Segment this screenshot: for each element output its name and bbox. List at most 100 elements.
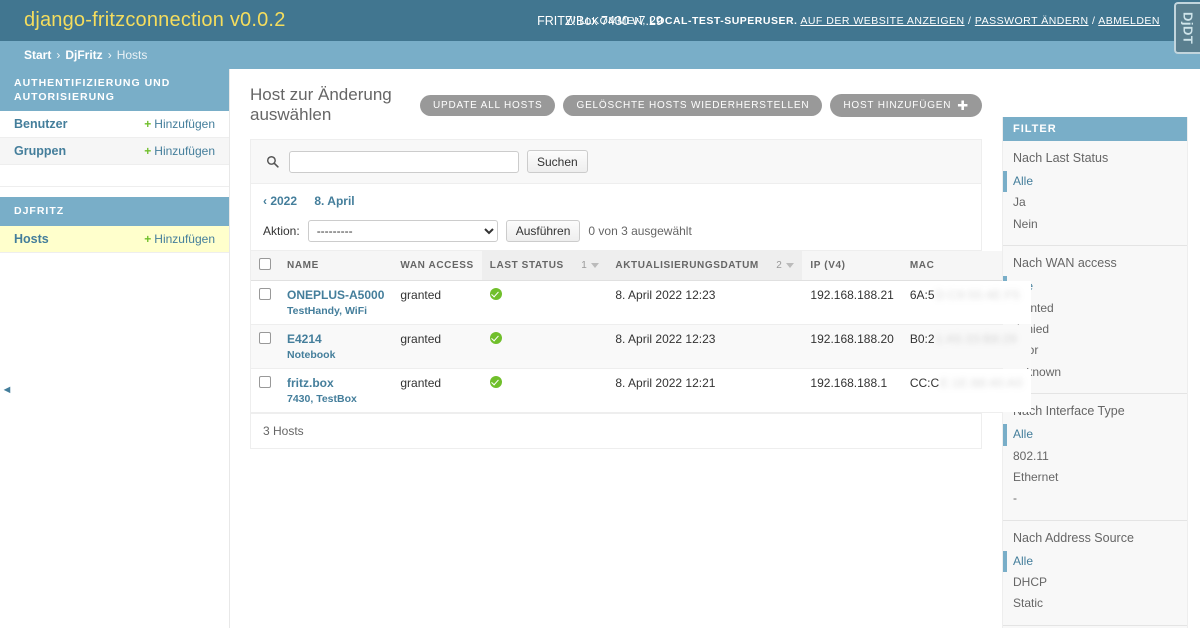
filter-choice-link[interactable]: Static	[1013, 596, 1043, 610]
filter-group-address-source: Nach Address Source Alle DHCP Static	[1003, 521, 1187, 626]
select-all-header[interactable]	[251, 251, 279, 281]
filter-choice[interactable]: DHCP	[1003, 572, 1187, 593]
filter-group-title: Nach Last Status	[1013, 151, 1109, 165]
cell-mac: B0:21:A5:33:B8:29	[901, 324, 1031, 369]
tools-separator-1: /	[968, 14, 972, 27]
change-password-link[interactable]: PASSWORT ÄNDERN	[975, 15, 1089, 27]
host-tags: TestHandy, WiFi	[287, 305, 368, 317]
column-header-name[interactable]: Name	[279, 251, 393, 281]
column-label-updated: Aktualisierungsdatum	[615, 260, 759, 272]
search-input[interactable]	[289, 150, 519, 173]
changelist-module: Suchen ‹ 2022 8. April Aktion: ---------…	[250, 139, 1167, 449]
filter-choice[interactable]: Alle	[1003, 171, 1187, 193]
date-hierarchy-back-link[interactable]: ‹ 2022	[263, 194, 297, 208]
cell-name: E4214 Notebook	[279, 324, 393, 369]
cell-name: ONEPLUS-A5000 TestHandy, WiFi	[279, 280, 393, 325]
run-action-button[interactable]: Ausführen	[505, 220, 581, 242]
row-checkbox-cell[interactable]	[251, 280, 279, 325]
sidebar-item-gruppen[interactable]: Gruppen + Hinzufügen	[0, 138, 229, 166]
plus-icon: +	[144, 231, 152, 246]
filter-choice-link[interactable]: Ja	[1013, 195, 1026, 209]
view-site-link[interactable]: AUF DER WEBSITE ANZEIGEN	[800, 15, 964, 27]
filter-choice-link[interactable]: Alle	[1013, 174, 1033, 188]
column-header-wan-access[interactable]: WAN access	[392, 251, 482, 281]
column-header-last-status[interactable]: Last status 1	[481, 251, 608, 281]
logout-link[interactable]: ABMELDEN	[1098, 15, 1160, 27]
row-checkbox-cell[interactable]	[251, 368, 279, 413]
sort-options-updated[interactable]: 2	[776, 260, 795, 271]
column-header-updated[interactable]: Aktualisierungsdatum 2	[607, 251, 803, 281]
plus-icon: ✚	[957, 97, 969, 113]
filter-choice-link[interactable]: Alle	[1013, 427, 1033, 441]
add-host-button[interactable]: Host hinzufügen ✚	[830, 93, 982, 117]
row-checkbox[interactable]	[259, 376, 271, 388]
filter-choice-link[interactable]: -	[1013, 491, 1017, 505]
filter-choice[interactable]: Alle	[1003, 550, 1187, 573]
date-hierarchy-choice-link[interactable]: 8. April	[314, 194, 354, 208]
filter-choice[interactable]: Ethernet	[1003, 467, 1187, 488]
search-submit-button[interactable]: Suchen	[527, 150, 588, 173]
filter-choice-link[interactable]: Alle	[1013, 554, 1033, 568]
sidebar-link-gruppen[interactable]: Gruppen	[14, 144, 66, 158]
branding: django-fritzconnection v0.0.2	[24, 9, 286, 32]
content-header: Host zur Änderung auswählen Update all h…	[250, 85, 982, 125]
update-all-hosts-button[interactable]: Update all hosts	[419, 94, 556, 116]
filter-group-title: Nach Address Source	[1013, 530, 1134, 545]
filter-choice[interactable]: 802.11	[1003, 446, 1187, 467]
filter-choice[interactable]: -	[1003, 488, 1187, 509]
site-name-link[interactable]: django-fritzconnection v0.0.2	[24, 9, 286, 31]
cell-ip: 192.168.188.20	[802, 324, 902, 369]
sidebar-item-hosts[interactable]: Hosts + Hinzufügen	[0, 225, 229, 253]
filter-choice[interactable]: Alle	[1003, 424, 1187, 446]
row-checkbox[interactable]	[259, 332, 271, 344]
check-circle-icon	[489, 332, 502, 344]
sidebar-link-benutzer[interactable]: Benutzer	[14, 117, 67, 131]
sidebar-item-benutzer[interactable]: Benutzer + Hinzufügen	[0, 111, 229, 139]
actions-bar: Aktion: --------- Ausführen 0 von 3 ausg…	[251, 214, 981, 251]
chevron-down-icon[interactable]	[786, 262, 795, 268]
column-label-ip: IP (v4)	[810, 260, 846, 271]
filter-group-interface-type: Nach Interface Type Alle 802.11 Ethernet…	[1003, 394, 1187, 521]
results-table-body: ONEPLUS-A5000 TestHandy, WiFi granted 8.…	[251, 280, 1167, 413]
action-label: Aktion:	[263, 224, 300, 238]
chevron-down-icon[interactable]	[591, 262, 600, 268]
filter-choice-link[interactable]: Nein	[1013, 217, 1038, 231]
mac-redacted: 1:A5:33:B8:29	[935, 332, 1017, 346]
add-benutzer-link[interactable]: + Hinzufügen	[144, 117, 215, 131]
host-link[interactable]: ONEPLUS-A5000	[287, 288, 384, 302]
restore-deleted-hosts-button[interactable]: Gelöschte Hosts wiederherstellen	[563, 94, 823, 116]
host-link[interactable]: E4214	[287, 332, 322, 346]
filter-choice[interactable]: Ja	[1003, 192, 1187, 213]
breadcrumb-item-djfritz[interactable]: DjFritz	[65, 48, 102, 62]
site-header: django-fritzconnection v0.0.2 FRITZ!Box …	[0, 0, 1200, 54]
table-row[interactable]: ONEPLUS-A5000 TestHandy, WiFi granted 8.…	[251, 280, 1167, 325]
host-link[interactable]: fritz.box	[287, 376, 334, 390]
cell-mac: 6A:5D:C9:55:4E:F5	[901, 280, 1031, 325]
filter-title: Filter	[1003, 117, 1187, 141]
sort-options-last-status[interactable]: 1	[581, 259, 600, 271]
add-hosts-link[interactable]: + Hinzufügen	[144, 232, 215, 246]
select-all-checkbox[interactable]	[259, 258, 271, 270]
sidebar-collapse-toggle[interactable]: ◄	[0, 379, 14, 401]
filter-choice[interactable]: Nein	[1003, 214, 1187, 235]
sidebar-link-hosts[interactable]: Hosts	[14, 232, 49, 246]
column-header-ip[interactable]: IP (v4)	[802, 251, 902, 281]
filter-choice-link[interactable]: DHCP	[1013, 575, 1047, 589]
django-debug-toolbar-handle[interactable]: DjDT	[1174, 2, 1200, 54]
row-checkbox-cell[interactable]	[251, 324, 279, 369]
table-row[interactable]: fritz.box 7430, TestBox granted 8. April…	[251, 368, 1167, 413]
filter-choice-link[interactable]: 802.11	[1013, 449, 1049, 463]
sort-priority-last-status: 1	[581, 259, 588, 271]
filter-choice-link[interactable]: Ethernet	[1013, 470, 1058, 484]
nav-module-title-djfritz: DjFritz	[0, 197, 229, 226]
paginator: 3 Hosts	[251, 413, 981, 448]
plus-icon: +	[144, 117, 152, 132]
breadcrumb-item-start[interactable]: Start	[24, 48, 51, 62]
row-checkbox[interactable]	[259, 288, 271, 300]
column-label-last-status: Last status	[489, 260, 564, 272]
cell-name: fritz.box 7430, TestBox	[279, 368, 393, 413]
add-gruppen-link[interactable]: + Hinzufügen	[144, 144, 215, 158]
table-row[interactable]: E4214 Notebook granted 8. April 2022 12:…	[251, 324, 1167, 369]
filter-choice[interactable]: Static	[1003, 593, 1187, 614]
action-select[interactable]: ---------	[307, 220, 498, 242]
